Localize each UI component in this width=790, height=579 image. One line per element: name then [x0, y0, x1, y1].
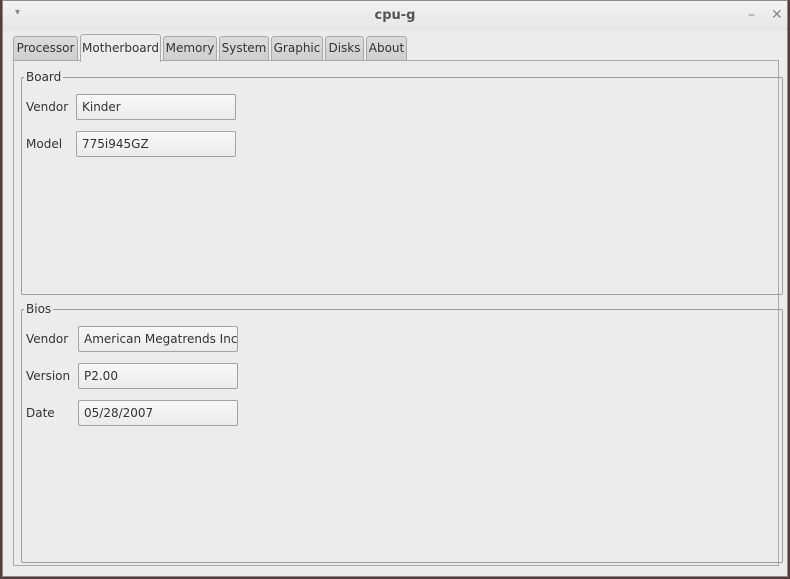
tab-processor[interactable]: Processor: [13, 36, 78, 60]
tab-memory[interactable]: Memory: [163, 36, 217, 60]
app-window: ▾ cpu-g – ✕ Processor Motherboard Memory…: [2, 0, 788, 577]
bios-date-field[interactable]: 05/28/2007: [78, 400, 238, 426]
bios-vendor-field[interactable]: American Megatrends Inc.: [78, 326, 238, 352]
board-model-field[interactable]: 775i945GZ: [76, 131, 236, 157]
bios-date-label: Date: [26, 406, 55, 420]
tab-system[interactable]: System: [219, 36, 269, 60]
bios-frame: Bios Vendor American Megatrends Inc. Ver…: [21, 302, 783, 563]
tab-about[interactable]: About: [366, 36, 407, 60]
tab-graphic[interactable]: Graphic: [271, 36, 323, 60]
tab-panel-motherboard: Board Vendor Kinder Model 775i945GZ Bios…: [13, 60, 783, 566]
board-frame: Board Vendor Kinder Model 775i945GZ: [21, 70, 783, 295]
close-icon[interactable]: ✕: [771, 6, 783, 24]
board-vendor-label: Vendor: [26, 100, 69, 114]
bios-vendor-label: Vendor: [26, 332, 69, 346]
tab-motherboard[interactable]: Motherboard: [80, 34, 161, 62]
bios-legend: Bios: [26, 302, 52, 316]
bios-version-field[interactable]: P2.00: [78, 363, 238, 389]
board-legend: Board: [26, 70, 62, 84]
bios-version-label: Version: [26, 369, 71, 383]
window-title: cpu-g: [374, 8, 416, 23]
minimize-icon[interactable]: –: [748, 6, 755, 24]
tab-disks[interactable]: Disks: [325, 36, 364, 60]
title-bar: ▾ cpu-g – ✕: [3, 1, 787, 31]
board-model-label: Model: [26, 137, 63, 151]
board-vendor-field[interactable]: Kinder: [76, 94, 236, 120]
